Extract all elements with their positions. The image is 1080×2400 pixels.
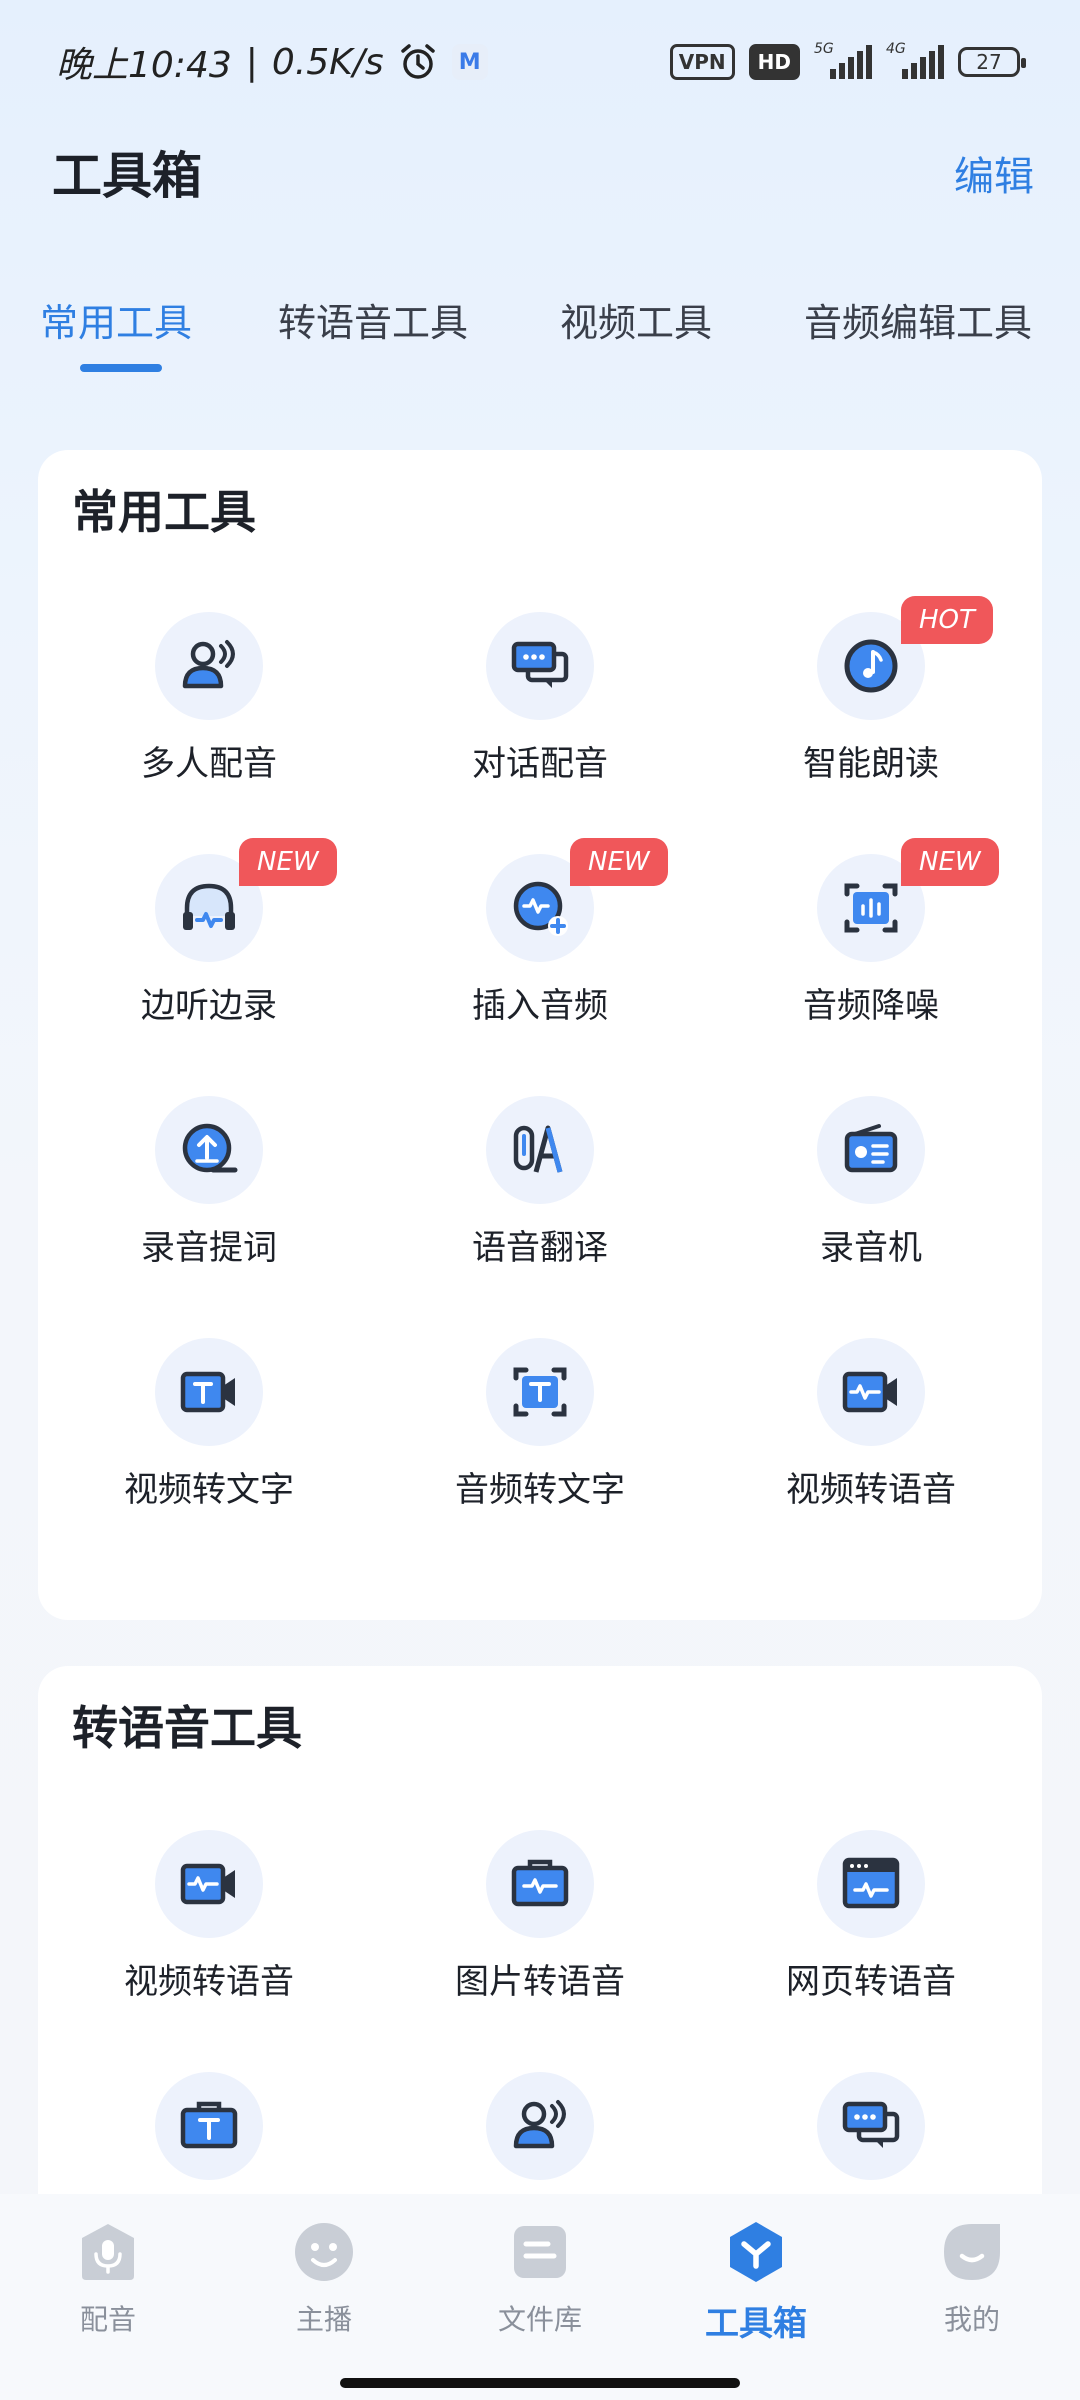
teleprompter-icon xyxy=(182,1123,238,1173)
tool-label: 边听边录 xyxy=(141,986,277,1026)
tool-video-to-text[interactable]: 视频转文字 xyxy=(59,1338,359,1538)
nav-label: 工具箱 xyxy=(705,2304,807,2344)
headphones-icon xyxy=(183,883,235,930)
tts-tools-title: 转语音工具 xyxy=(72,1701,302,1755)
tab-tts-tools[interactable]: 转语音工具 xyxy=(278,292,468,347)
music-disc-icon xyxy=(844,639,898,693)
tool-voice-translate[interactable]: 语音翻译 xyxy=(390,1096,690,1296)
toolbox-icon xyxy=(730,2222,782,2282)
file-library-icon xyxy=(514,2226,566,2278)
tool-label: 音频降噪 xyxy=(803,986,939,1026)
audio-plus-icon xyxy=(513,881,568,936)
tool-image-to-voice[interactable]: 图片转语音 xyxy=(390,1830,690,2030)
image-audio-icon xyxy=(511,1859,569,1907)
signal-4g-label: 4G xyxy=(886,41,906,57)
nav-label: 配音 xyxy=(79,2303,136,2336)
status-left: 晚上10:43 | 0.5K/s M xyxy=(56,38,488,86)
chat-bubbles-icon xyxy=(842,2101,900,2148)
alarm-icon xyxy=(400,44,435,79)
tab-active-indicator xyxy=(80,364,162,372)
category-tabs: 常用工具 转语音工具 视频工具 音频编辑工具 xyxy=(0,292,1080,382)
tool-label: 视频转文字 xyxy=(124,1470,294,1510)
home-indicator[interactable] xyxy=(340,2378,740,2388)
tool-audio-to-text[interactable]: 音频转文字 xyxy=(390,1338,690,1538)
tool-label: 多人配音 xyxy=(141,744,277,784)
common-tools-title: 常用工具 xyxy=(72,485,256,539)
webpage-audio-icon xyxy=(842,1857,900,1909)
vpn-badge: VPN xyxy=(669,44,735,80)
tool-label: 对话配音 xyxy=(472,744,608,784)
bottom-navigation: 配音 主播 文件库 工具箱 我的 xyxy=(0,2194,1080,2400)
tool-label: 音频转文字 xyxy=(455,1470,625,1510)
tab-common-tools[interactable]: 常用工具 xyxy=(40,292,192,347)
video-audio-icon xyxy=(842,1371,897,1413)
tool-recorder[interactable]: 录音机 xyxy=(721,1096,1021,1296)
new-badge: NEW xyxy=(901,838,999,886)
new-badge: NEW xyxy=(570,838,668,886)
anchor-face-icon xyxy=(295,2223,353,2281)
tab-audio-edit-tools[interactable]: 音频编辑工具 xyxy=(804,292,1032,347)
video-audio-icon xyxy=(180,1863,235,1905)
noise-reduction-icon xyxy=(844,883,898,933)
nav-label: 我的 xyxy=(943,2303,1000,2336)
tool-label: 图片转语音 xyxy=(455,1962,625,2002)
tool-video-to-voice-2[interactable]: 视频转语音 xyxy=(59,1830,359,2030)
hd-badge: HD xyxy=(748,44,800,80)
radio-icon xyxy=(844,1124,898,1173)
audio-text-icon xyxy=(513,1367,567,1417)
profile-icon xyxy=(944,2224,1000,2280)
edit-button[interactable]: 编辑 xyxy=(954,144,1034,202)
signal-5g-label: 5G xyxy=(814,41,834,57)
tool-label: 视频转语音 xyxy=(786,1470,956,1510)
nav-dubbing[interactable]: 配音 xyxy=(0,2220,216,2360)
translate-icon xyxy=(513,1125,563,1173)
nav-anchor[interactable]: 主播 xyxy=(216,2220,432,2360)
status-time: 晚上10:43 xyxy=(56,45,232,86)
status-net-speed: 0.5K/s xyxy=(271,41,384,83)
battery-icon: 27 xyxy=(958,47,1026,77)
status-bar: 晚上10:43 | 0.5K/s M VPN HD 5G 4G 27 xyxy=(0,0,1080,120)
status-divider: | xyxy=(245,41,258,83)
tool-video-to-voice[interactable]: 视频转语音 xyxy=(721,1338,1021,1538)
nav-label: 文件库 xyxy=(497,2303,582,2336)
hot-badge: HOT xyxy=(901,596,993,644)
multi-person-icon xyxy=(513,2100,566,2149)
tool-label: 网页转语音 xyxy=(786,1962,956,2002)
tool-teleprompter[interactable]: 录音提词 xyxy=(59,1096,359,1296)
text-audio-icon xyxy=(180,2101,238,2149)
status-right: VPN HD 5G 4G 27 xyxy=(669,41,1026,82)
nav-file-library[interactable]: 文件库 xyxy=(432,2220,648,2360)
signal-4g-icon: 4G xyxy=(886,41,944,79)
tool-smart-reading[interactable]: HOT 智能朗读 xyxy=(721,596,1021,812)
tab-video-tools[interactable]: 视频工具 xyxy=(560,292,712,347)
video-text-icon xyxy=(180,1371,235,1413)
tool-dialog-dubbing[interactable]: 对话配音 xyxy=(390,612,690,812)
signal-5g-icon: 5G xyxy=(814,41,872,79)
tool-label: 智能朗读 xyxy=(803,744,939,784)
tool-label: 录音提词 xyxy=(141,1228,277,1268)
mail-icon: M xyxy=(451,44,488,80)
tool-label: 录音机 xyxy=(820,1228,922,1268)
tool-label: 视频转语音 xyxy=(124,1962,294,2002)
tool-insert-audio[interactable]: NEW 插入音频 xyxy=(390,838,690,1054)
tool-multi-person-dubbing[interactable]: 多人配音 xyxy=(59,612,359,812)
tool-webpage-to-voice[interactable]: 网页转语音 xyxy=(721,1830,1021,2030)
dubbing-icon xyxy=(82,2224,134,2280)
chat-bubbles-icon xyxy=(511,641,569,688)
nav-toolbox[interactable]: 工具箱 xyxy=(648,2220,864,2360)
tool-noise-reduction[interactable]: NEW 音频降噪 xyxy=(721,838,1021,1054)
nav-label: 主播 xyxy=(295,2303,352,2336)
new-badge: NEW xyxy=(239,838,337,886)
tool-label: 插入音频 xyxy=(472,986,608,1026)
common-tools-card: 常用工具 多人配音 对话配音 HOT 智能朗读 NEW 边听边录 NEW 插入音… xyxy=(38,450,1042,1620)
nav-profile[interactable]: 我的 xyxy=(864,2220,1080,2360)
page-title: 工具箱 xyxy=(52,147,202,205)
multi-person-icon xyxy=(182,640,235,689)
tool-listen-record[interactable]: NEW 边听边录 xyxy=(59,838,359,1054)
tool-label: 语音翻译 xyxy=(472,1228,608,1268)
